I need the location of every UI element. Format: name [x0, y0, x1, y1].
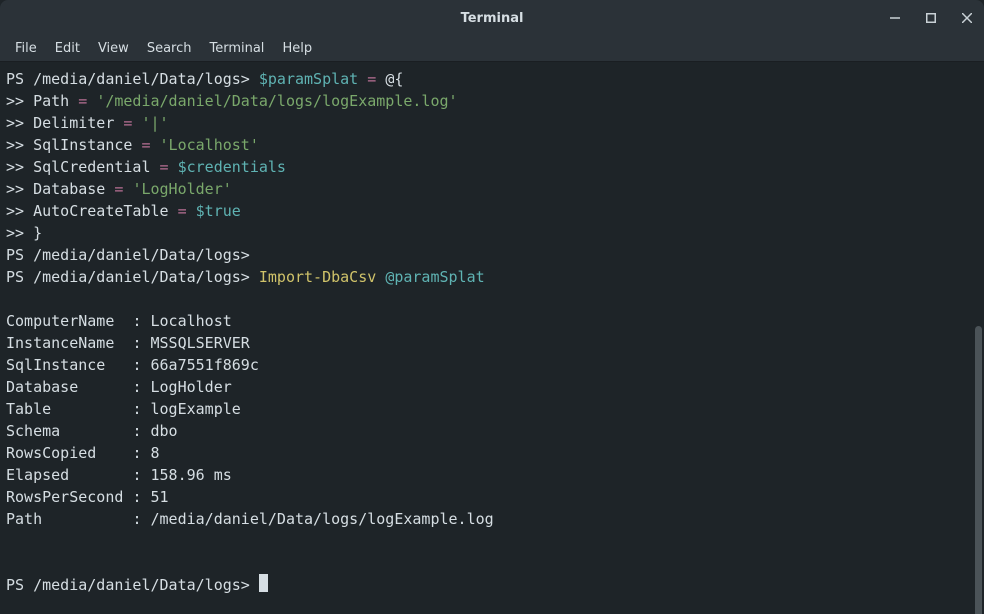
continuation: >>	[6, 136, 24, 154]
terminal-output[interactable]: PS /media/daniel/Data/logs> $paramSplat …	[0, 62, 984, 614]
continuation: >>	[6, 158, 24, 176]
menu-view[interactable]: View	[89, 38, 138, 59]
menu-edit[interactable]: Edit	[46, 38, 89, 59]
window-title: Terminal	[461, 11, 524, 26]
terminal-window: Terminal File Edit View Search Terminal …	[0, 0, 984, 614]
splat-arg: @paramSplat	[385, 268, 484, 286]
operator: =	[123, 114, 132, 132]
out-key: RowsPerSecond	[6, 488, 132, 506]
operator: =	[141, 136, 150, 154]
continuation: >>	[6, 92, 24, 110]
out-val: 51	[151, 488, 169, 506]
out-key: ComputerName	[6, 312, 132, 330]
hash-key: Path	[24, 92, 78, 110]
menu-help[interactable]: Help	[273, 38, 321, 59]
menu-search[interactable]: Search	[138, 38, 201, 59]
minimize-icon	[890, 13, 900, 23]
command: Import-DbaCsv	[259, 268, 376, 286]
operator: =	[178, 202, 187, 220]
out-key: SqlInstance	[6, 356, 132, 374]
maximize-icon	[926, 13, 936, 23]
continuation: >>	[6, 180, 24, 198]
scrollbar[interactable]	[975, 326, 982, 614]
menubar: File Edit View Search Terminal Help	[0, 36, 984, 62]
continuation: >>	[6, 114, 24, 132]
hash-key: Delimiter	[24, 114, 123, 132]
variable: $true	[196, 202, 241, 220]
hashtable-close: }	[33, 224, 42, 242]
out-key: Database	[6, 378, 132, 396]
operator: =	[367, 70, 376, 88]
out-val: Localhost	[151, 312, 232, 330]
out-val: MSSQLSERVER	[151, 334, 250, 352]
close-button[interactable]	[958, 9, 976, 27]
hash-key: SqlInstance	[24, 136, 141, 154]
hash-key: AutoCreateTable	[24, 202, 178, 220]
prompt: PS /media/daniel/Data/logs>	[6, 268, 250, 286]
window-controls	[886, 9, 976, 27]
out-val: dbo	[151, 422, 178, 440]
string: '/media/daniel/Data/logs/logExample.log'	[96, 92, 457, 110]
out-key: Elapsed	[6, 466, 132, 484]
hashtable-open: @{	[385, 70, 403, 88]
out-key: Path	[6, 510, 132, 528]
out-key: Schema	[6, 422, 132, 440]
prompt: PS /media/daniel/Data/logs>	[6, 70, 250, 88]
out-key: InstanceName	[6, 334, 132, 352]
cursor	[259, 574, 268, 592]
hash-key: Database	[24, 180, 114, 198]
out-val: 8	[151, 444, 160, 462]
variable: $paramSplat	[259, 70, 358, 88]
variable: $credentials	[178, 158, 286, 176]
operator: =	[114, 180, 123, 198]
string: 'LogHolder'	[132, 180, 231, 198]
out-val: 158.96 ms	[151, 466, 232, 484]
prompt: PS /media/daniel/Data/logs>	[6, 246, 250, 264]
menu-file[interactable]: File	[6, 38, 46, 59]
out-val: logExample	[151, 400, 241, 418]
menu-terminal[interactable]: Terminal	[200, 38, 273, 59]
out-val: /media/daniel/Data/logs/logExample.log	[151, 510, 494, 528]
string: '|'	[141, 114, 168, 132]
continuation: >>	[6, 224, 24, 242]
titlebar: Terminal	[0, 0, 984, 36]
operator: =	[78, 92, 87, 110]
out-key: RowsCopied	[6, 444, 132, 462]
continuation: >>	[6, 202, 24, 220]
prompt: PS /media/daniel/Data/logs>	[6, 576, 250, 594]
minimize-button[interactable]	[886, 9, 904, 27]
maximize-button[interactable]	[922, 9, 940, 27]
out-val: LogHolder	[151, 378, 232, 396]
hash-key: SqlCredential	[24, 158, 159, 176]
operator: =	[160, 158, 169, 176]
close-icon	[962, 13, 972, 23]
string: 'Localhost'	[160, 136, 259, 154]
out-key: Table	[6, 400, 132, 418]
out-val: 66a7551f869c	[151, 356, 259, 374]
